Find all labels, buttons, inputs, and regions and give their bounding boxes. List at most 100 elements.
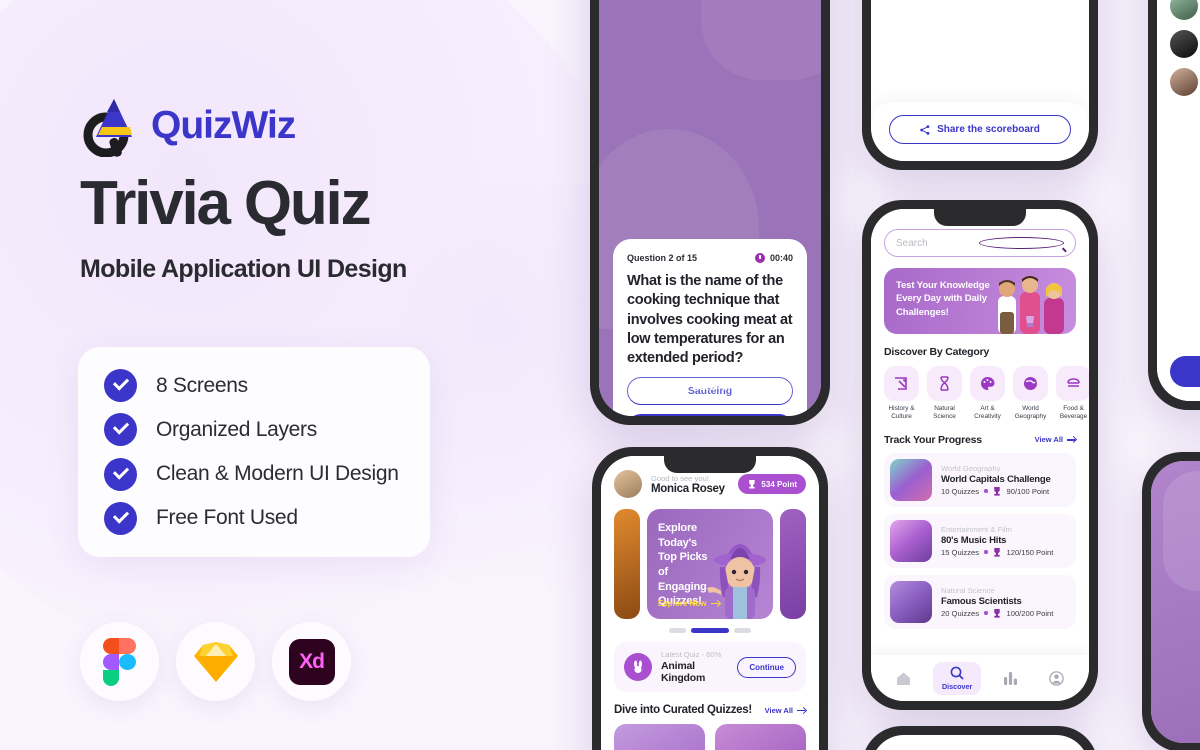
- arrow-right-icon: [797, 707, 806, 714]
- tool-badge-sketch: [176, 622, 255, 701]
- wizard-hat-q-logo-icon: [80, 95, 140, 158]
- list-item[interactable]: Ho Th: [1170, 25, 1200, 63]
- trophy-icon: [994, 608, 1000, 618]
- search-input[interactable]: Search: [884, 229, 1076, 257]
- category-label: Natural Science: [933, 405, 956, 421]
- hint-label: Need Hint?: [692, 381, 743, 393]
- check-circle-icon: [104, 501, 137, 535]
- check-circle-icon: [104, 369, 137, 402]
- quiz-title: World Capitals Challenge: [941, 473, 1051, 485]
- rabbit-icon: [624, 653, 652, 681]
- list-item: 8 Screens: [104, 369, 404, 402]
- page-subtitle: Mobile Application UI Design: [80, 255, 407, 283]
- carousel-dot[interactable]: [734, 628, 751, 633]
- banner-illustration: [992, 276, 1070, 334]
- home-icon: [897, 672, 911, 685]
- clock-icon: [754, 253, 765, 263]
- list-item[interactable]: World Geography World Capitals Challenge…: [884, 452, 1076, 507]
- globe-icon: [1013, 366, 1048, 401]
- list-item[interactable]: Je Ko: [1170, 63, 1200, 101]
- category-item-history[interactable]: History & Culture: [884, 366, 919, 422]
- tab-discover[interactable]: Discover: [932, 661, 982, 695]
- tab-profile[interactable]: [1040, 667, 1073, 690]
- category-list: History & Culture Natural Science Art & …: [884, 366, 1089, 422]
- view-all-progress-button[interactable]: View All: [1035, 435, 1076, 444]
- phone-notch: [934, 209, 1026, 226]
- quiz-category: Entertainment & Film: [941, 524, 1012, 534]
- trophy-icon: [749, 479, 755, 489]
- phone-notch: [664, 456, 756, 473]
- tool-badge-xd: Xd: [272, 622, 351, 701]
- tool-badge-figma: [80, 622, 159, 701]
- timer-value: 00:40: [769, 253, 793, 263]
- friends-primary-button[interactable]: [1170, 356, 1200, 387]
- share-scoreboard-button[interactable]: Share the scoreboard: [889, 115, 1071, 144]
- list-item: Free Font Used: [104, 501, 404, 535]
- profile-icon: [1048, 670, 1064, 686]
- avatar[interactable]: [614, 470, 642, 498]
- need-hint-button[interactable]: Need Hint?: [619, 374, 801, 400]
- question-text: What is the name of the cooking techniqu…: [627, 273, 793, 367]
- view-all-curated-button[interactable]: View All: [765, 706, 806, 715]
- carousel-dot[interactable]: [669, 628, 686, 633]
- check-circle-icon: [104, 457, 137, 491]
- search-icon[interactable]: [979, 237, 1064, 249]
- feature-label: Free Font Used: [156, 506, 298, 530]
- points-badge[interactable]: 534 Point: [738, 474, 806, 494]
- category-item-geography[interactable]: World Geography: [1013, 366, 1048, 422]
- bottom-tab-bar: Discover: [871, 655, 1089, 701]
- separator-dot: [984, 489, 988, 493]
- brand-name: QuizWiz: [151, 104, 296, 147]
- figma-logo-icon: [103, 637, 136, 686]
- progress-section-header: Track Your Progress View All: [884, 434, 1076, 446]
- progress-section-title: Track Your Progress: [884, 433, 982, 446]
- phone-quiz-screen: Question 2 of 15 00:40 What is the name …: [590, 0, 830, 425]
- phone-friends-screen: Search Online Rena J Di Ind: [1148, 0, 1200, 410]
- curated-cards: [614, 724, 806, 750]
- adobe-xd-logo-icon: Xd: [288, 638, 335, 685]
- answer-option-2[interactable]: Braising: [627, 414, 793, 416]
- tab-stats[interactable]: [994, 667, 1027, 689]
- category-item-food[interactable]: Food & Beverage: [1056, 366, 1089, 422]
- scroll-icon: [884, 366, 919, 401]
- continue-button[interactable]: Continue: [737, 656, 796, 678]
- food-icon: [1056, 366, 1089, 401]
- latest-quiz-card[interactable]: Latest Quiz - 60% Animal Kingdom Continu…: [614, 642, 806, 692]
- tab-label: Discover: [941, 681, 973, 691]
- carousel-dot-active[interactable]: [691, 628, 729, 633]
- quiz-title: Famous Scientists: [941, 595, 1022, 607]
- curated-card[interactable]: [715, 724, 806, 750]
- latest-quiz-name: Animal Kingdom: [661, 660, 706, 684]
- search-icon: [950, 666, 964, 680]
- curated-card[interactable]: [614, 724, 705, 750]
- avatar: [1170, 0, 1198, 20]
- quiz-thumbnail: [890, 580, 932, 623]
- category-label: History & Culture: [888, 405, 915, 421]
- category-label: Food & Beverage: [1059, 405, 1088, 421]
- carousel-slide-next[interactable]: [780, 509, 806, 619]
- list-item[interactable]: Ar Un: [1170, 0, 1200, 25]
- list-item[interactable]: Entertainment & Film 80's Music Hits 15 …: [884, 513, 1076, 568]
- carousel-slide-prev[interactable]: [614, 509, 640, 619]
- category-label: World Geography: [1014, 405, 1047, 421]
- lightbulb-icon: [677, 381, 687, 393]
- phone-leaderboard-screen: 4 Singapore 01:30 5 Dinny Kartika: [862, 0, 1098, 170]
- tool-badges: Xd: [80, 622, 351, 701]
- quiz-title: 80's Music Hits: [941, 534, 1007, 546]
- greeting-text: Good to see you!: [651, 473, 709, 483]
- list-item[interactable]: Natural Science Famous Scientists 20 Qui…: [884, 574, 1076, 629]
- search-placeholder: Search: [896, 237, 928, 249]
- trophy-icon: [994, 547, 1000, 557]
- quiz-thumbnail: [890, 458, 932, 501]
- share-label: Share the scoreboard: [937, 124, 1040, 135]
- arrow-right-icon: [1067, 436, 1076, 443]
- daily-challenge-banner[interactable]: Test Your Knowledge Every Day with Daily…: [884, 268, 1076, 334]
- category-item-art[interactable]: Art & Creativity: [970, 366, 1005, 422]
- tab-home[interactable]: [887, 667, 920, 690]
- separator-dot: [984, 611, 988, 615]
- category-item-science[interactable]: Natural Science: [927, 366, 962, 422]
- carousel-slide-active[interactable]: Explore Today's Top Picks of Engaging Qu…: [647, 509, 773, 619]
- feature-list-card: 8 Screens Organized Layers Clean & Moder…: [78, 347, 430, 557]
- palette-icon: [970, 366, 1005, 401]
- avatar: [1170, 30, 1198, 58]
